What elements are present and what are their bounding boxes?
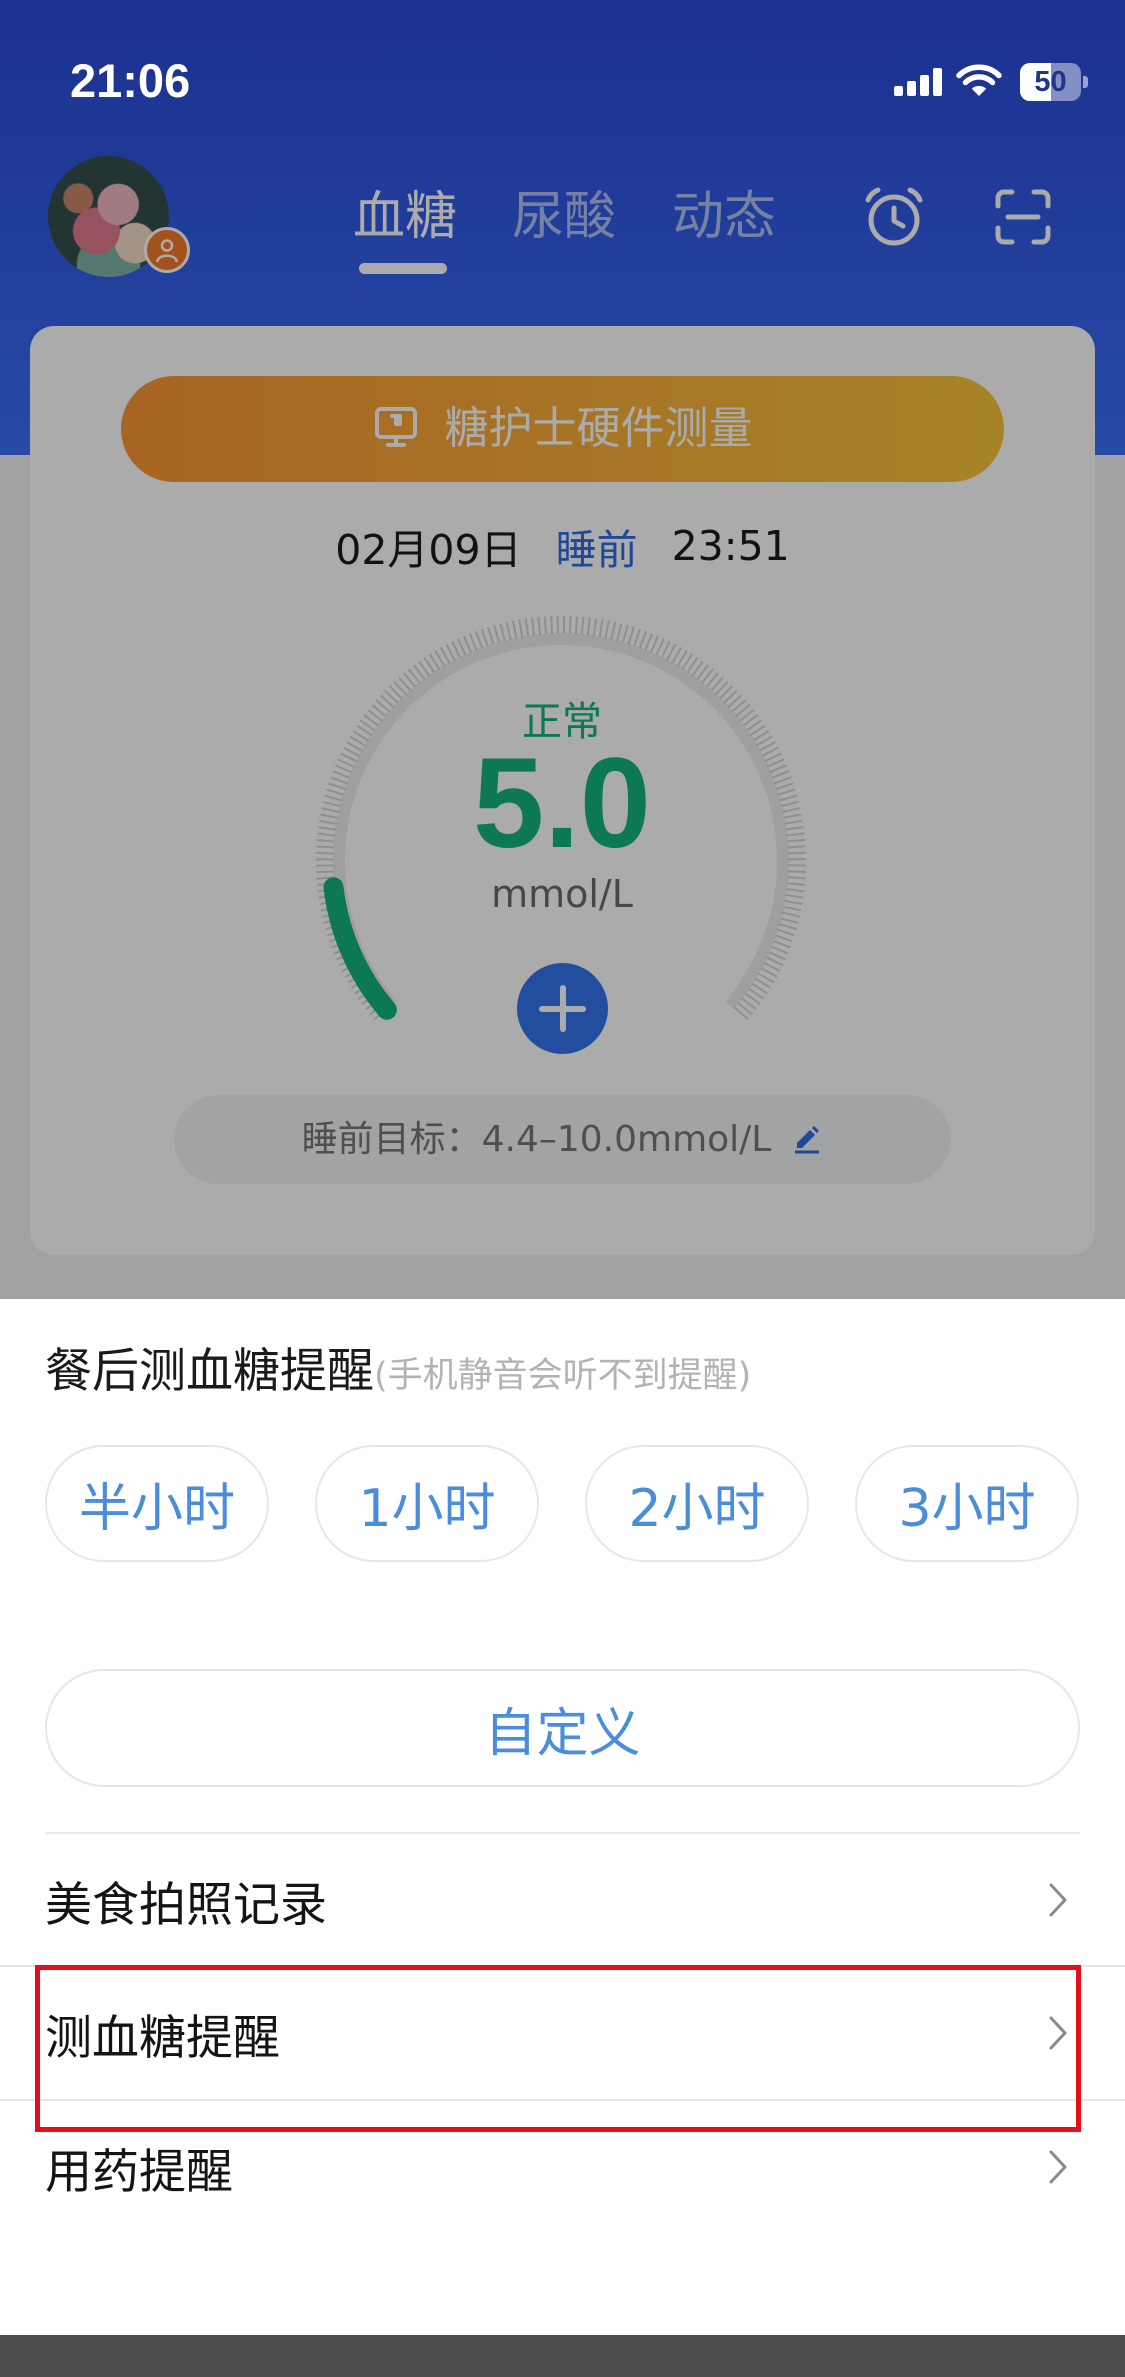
battery-body: 50 [1020, 63, 1081, 101]
signal-icon [894, 66, 944, 96]
highlight-box [35, 1965, 1081, 2132]
sheet-hint: (手机静音会听不到提醒) [374, 1356, 752, 1396]
custom-time-button[interactable]: 自定义 [45, 1669, 1080, 1787]
option-half-hour[interactable]: 半小时 [45, 1445, 269, 1562]
sheet-header: 餐后测血糖提醒 (手机静音会听不到提醒) [45, 1342, 751, 1402]
modal-overlay[interactable] [0, 0, 1125, 1299]
menu-item-food-photo[interactable]: 美食拍照记录 [0, 1834, 1125, 1966]
bottom-dimmed-bar [0, 2335, 1125, 2377]
chevron-right-icon [1049, 1883, 1067, 1917]
menu-item-label: 美食拍照记录 [45, 1877, 327, 1933]
reminder-bottom-sheet: 餐后测血糖提醒 (手机静音会听不到提醒) 半小时 1小时 2小时 3小时 自定义… [0, 1299, 1125, 2335]
sheet-title: 餐后测血糖提醒 [45, 1344, 374, 1399]
battery-nub [1083, 76, 1088, 88]
option-2-hours[interactable]: 2小时 [585, 1445, 809, 1562]
option-1-hour[interactable]: 1小时 [315, 1445, 539, 1562]
option-3-hours[interactable]: 3小时 [855, 1445, 1079, 1562]
status-time: 21:06 [70, 54, 191, 107]
battery-percent: 50 [1034, 66, 1067, 98]
chevron-right-icon [1049, 2150, 1067, 2184]
wifi-icon [955, 63, 1003, 99]
battery-icon: 50 [1020, 63, 1088, 101]
